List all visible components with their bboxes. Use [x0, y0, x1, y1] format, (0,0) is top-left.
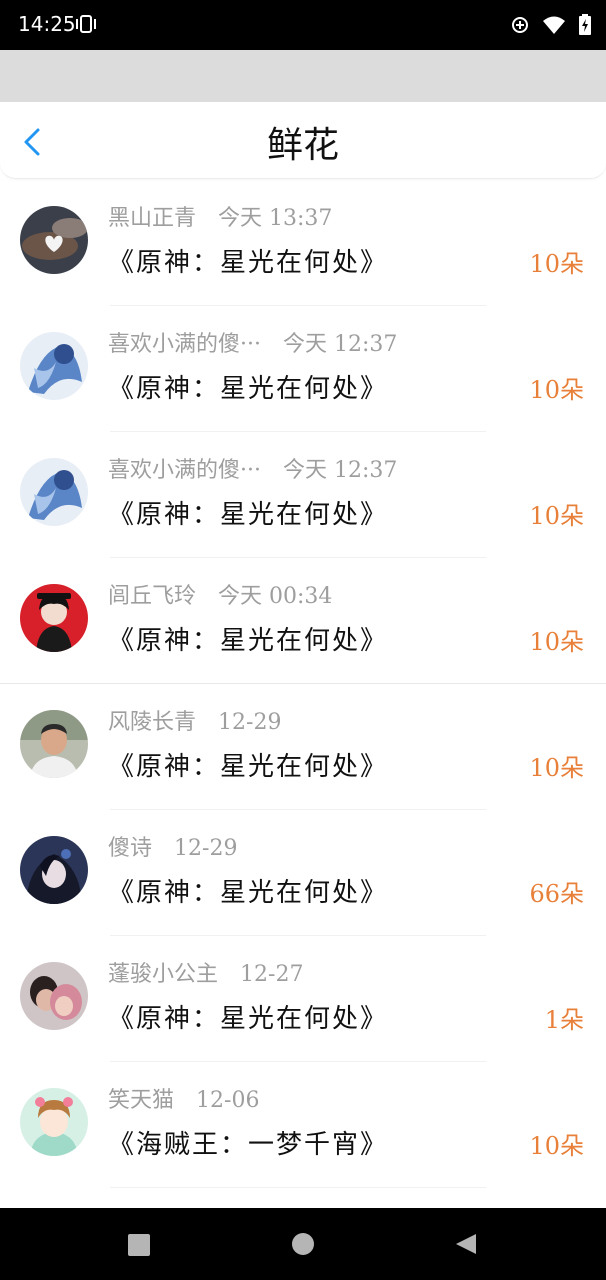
flower-count: 10朵: [529, 628, 584, 656]
work-title[interactable]: 《原神：星光在何处》: [108, 494, 388, 531]
work-title[interactable]: 《原神：星光在何处》: [108, 998, 388, 1035]
flower-count: 10朵: [529, 250, 584, 278]
gray-band: [0, 50, 606, 102]
list-item[interactable]: 蓬骏小公主 12-27 《原神：星光在何处》 1朵: [0, 936, 606, 1062]
status-bar: 14:25: [0, 0, 606, 50]
user-name[interactable]: 傻诗: [108, 836, 152, 861]
work-title[interactable]: 《原神：星光在何处》: [108, 242, 388, 279]
user-name[interactable]: 黑山正青: [108, 206, 196, 231]
timestamp: 今天 12:37: [282, 332, 398, 357]
user-name[interactable]: 蓬骏小公主: [108, 962, 218, 987]
flower-count: 10朵: [529, 376, 584, 404]
home-circle-icon[interactable]: [292, 1233, 314, 1255]
list-item[interactable]: 喜欢小满的傻··· 今天 12:37 《原神：星光在何处》 10朵: [0, 306, 606, 432]
work-title[interactable]: 《原神：星光在何处》: [108, 746, 388, 783]
avatar[interactable]: [20, 206, 88, 274]
work-title[interactable]: 《海贼王：一梦千宵》: [108, 1124, 388, 1161]
timestamp: 12-06: [196, 1088, 260, 1113]
timestamp: 今天 00:34: [218, 584, 333, 609]
back-triangle-icon[interactable]: [454, 1232, 478, 1256]
work-title[interactable]: 《原神：星光在何处》: [108, 368, 388, 405]
list-item[interactable]: 喜欢小满的傻··· 今天 12:37 《原神：星光在何处》 10朵: [0, 432, 606, 558]
battery-charging-icon: [579, 14, 591, 35]
list-item[interactable]: 风陵长青 12-29 《原神：星光在何处》 10朵: [0, 684, 606, 810]
user-name[interactable]: 笑天猫: [108, 1088, 174, 1113]
avatar[interactable]: [20, 962, 88, 1030]
avatar[interactable]: [20, 584, 88, 652]
avatar[interactable]: [20, 836, 88, 904]
work-title[interactable]: 《原神：星光在何处》: [108, 872, 388, 909]
flower-count: 66朵: [529, 880, 584, 908]
timestamp: 今天 12:37: [282, 458, 398, 483]
avatar[interactable]: [20, 1088, 88, 1156]
list-item[interactable]: 笑天猫 12-06 《海贼王：一梦千宵》 10朵: [0, 1062, 606, 1188]
user-name[interactable]: 闾丘飞玲: [108, 584, 196, 609]
wifi-icon: [543, 16, 565, 34]
data-saver-icon: [512, 17, 528, 33]
user-name[interactable]: 风陵长青: [108, 710, 196, 735]
timestamp: 12-29: [174, 836, 238, 861]
list-item[interactable]: 黑山正青 今天 13:37 《原神：星光在何处》 10朵: [0, 180, 606, 306]
flower-count: 10朵: [529, 502, 584, 530]
header: 鲜花: [0, 102, 606, 179]
timestamp: 12-29: [218, 710, 282, 735]
list-item[interactable]: 闾丘飞玲 今天 00:34 《原神：星光在何处》 10朵: [0, 558, 606, 684]
avatar[interactable]: [20, 458, 88, 526]
status-time: 14:25: [18, 12, 76, 36]
flower-count: 10朵: [529, 1132, 584, 1160]
work-title[interactable]: 《原神：星光在何处》: [108, 620, 388, 657]
system-nav-bar: [0, 1208, 606, 1280]
avatar[interactable]: [20, 332, 88, 400]
user-name[interactable]: 喜欢小满的傻···: [108, 332, 261, 357]
timestamp: 今天 13:37: [218, 206, 333, 231]
flower-count: 10朵: [529, 754, 584, 782]
flower-list: 黑山正青 今天 13:37 《原神：星光在何处》 10朵 喜欢小满的傻··· 今天 …: [0, 180, 606, 1188]
recents-square-icon[interactable]: [128, 1234, 150, 1256]
list-item[interactable]: 傻诗 12-29 《原神：星光在何处》 66朵: [0, 810, 606, 936]
vibrate-icon: [76, 15, 96, 33]
flower-count: 1朵: [544, 1006, 584, 1034]
divider: [110, 1187, 486, 1188]
page-title: 鲜花: [266, 125, 339, 166]
user-name[interactable]: 喜欢小满的傻···: [108, 458, 261, 483]
avatar[interactable]: [20, 710, 88, 778]
timestamp: 12-27: [240, 962, 304, 987]
